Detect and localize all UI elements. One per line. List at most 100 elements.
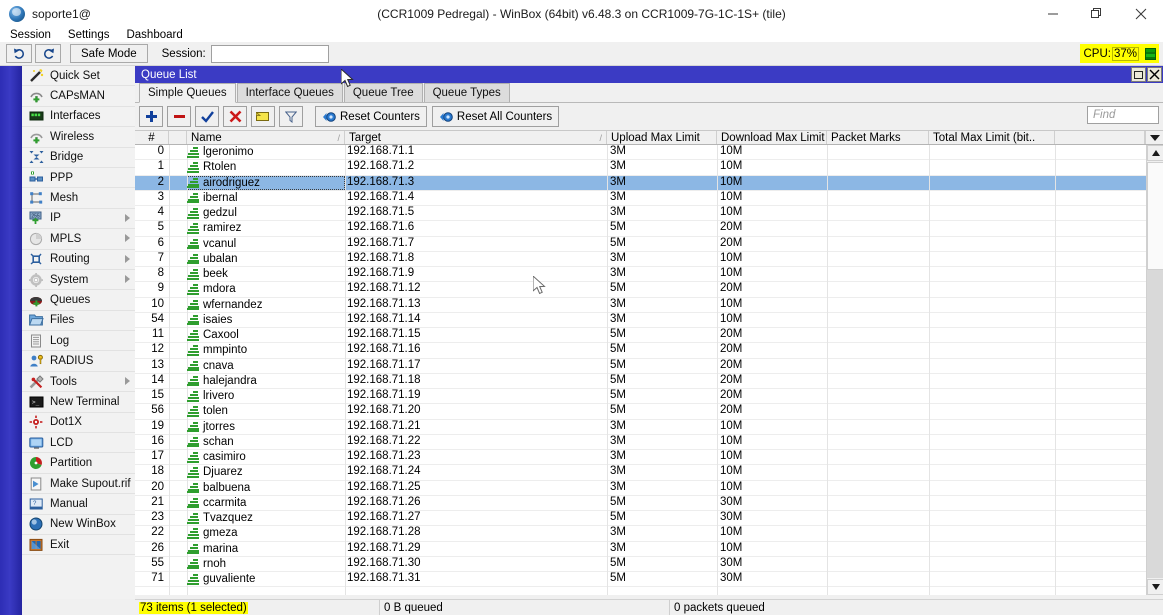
chevron-right-icon [125, 255, 130, 263]
column-header-index[interactable]: # [135, 131, 169, 144]
close-icon[interactable] [1119, 0, 1163, 27]
table-vertical-scrollbar[interactable] [1146, 145, 1163, 595]
restore-icon[interactable] [1075, 0, 1119, 27]
table-row[interactable]: 56tolen192.168.71.205M20M [135, 404, 1163, 419]
scroll-down-icon[interactable] [1147, 579, 1163, 595]
sidebar-item-new-winbox[interactable]: New WinBox [22, 515, 135, 535]
column-chooser-icon[interactable] [1145, 131, 1163, 144]
table-row[interactable]: 7ubalan192.168.71.83M10M [135, 252, 1163, 267]
table-row[interactable]: 3ibernal192.168.71.43M10M [135, 191, 1163, 206]
table-row[interactable]: 13cnava192.168.71.175M20M [135, 359, 1163, 374]
table-row[interactable]: 14halejandra192.168.71.185M20M [135, 374, 1163, 389]
column-header-target[interactable]: Target / [345, 131, 607, 144]
table-row[interactable]: 16schan192.168.71.223M10M [135, 435, 1163, 450]
table-row[interactable]: 9mdora192.168.71.125M20M [135, 282, 1163, 297]
table-row[interactable]: 20balbuena192.168.71.253M10M [135, 481, 1163, 496]
menu-dashboard[interactable]: Dashboard [126, 29, 182, 41]
column-header-total-max-limit[interactable]: Total Max Limit (bit.. [929, 131, 1055, 144]
sidebar-item-routing[interactable]: Routing [22, 250, 135, 270]
table-row[interactable]: 19jtorres192.168.71.213M10M [135, 420, 1163, 435]
session-input[interactable] [211, 45, 329, 63]
safe-mode-button[interactable]: Safe Mode [70, 44, 148, 63]
sidebar-item-interfaces[interactable]: Interfaces [22, 107, 135, 127]
scrollbar-thumb[interactable] [1147, 162, 1163, 270]
cell-upload-max-limit: 3M [607, 313, 717, 327]
reset-all-counters-button[interactable]: Reset All Counters [432, 106, 559, 127]
cell-target: 192.168.71.5 [345, 206, 607, 220]
column-header-name[interactable]: Name / [187, 131, 345, 144]
table-row[interactable]: 6vcanul192.168.71.75M20M [135, 237, 1163, 252]
comment-icon[interactable] [251, 106, 275, 127]
table-row[interactable]: 71guvaliente192.168.71.315M30M [135, 572, 1163, 587]
sidebar-item-bridge[interactable]: Bridge [22, 148, 135, 168]
reset-counters-button[interactable]: Reset Counters [315, 106, 427, 127]
sidebar-item-log[interactable]: Log [22, 331, 135, 351]
sidebar-item-label: Mesh [50, 192, 78, 204]
table-row[interactable]: 8beek192.168.71.93M10M [135, 267, 1163, 282]
redo-icon[interactable] [35, 44, 61, 63]
table-row[interactable]: 11Caxool192.168.71.155M20M [135, 328, 1163, 343]
undo-icon[interactable] [6, 44, 32, 63]
find-input[interactable]: Find [1087, 106, 1159, 124]
enable-queue-button[interactable] [195, 106, 219, 127]
table-row[interactable]: 26marina192.168.71.293M10M [135, 542, 1163, 557]
sidebar-item-radius[interactable]: RADIUS [22, 351, 135, 371]
table-row[interactable]: 10wfernandez192.168.71.133M10M [135, 298, 1163, 313]
table-row[interactable]: 15lrivero192.168.71.195M20M [135, 389, 1163, 404]
reset-counters-label: Reset Counters [340, 111, 420, 123]
cell-target-value: 192.168.71.8 [347, 252, 414, 264]
filter-funnel-icon[interactable] [279, 106, 303, 127]
sidebar-item-tools[interactable]: Tools [22, 372, 135, 392]
sidebar-item-manual[interactable]: ?Manual [22, 494, 135, 514]
table-row[interactable]: 4gedzul192.168.71.53M10M [135, 206, 1163, 221]
sidebar-item-queues[interactable]: Queues [22, 290, 135, 310]
menu-settings[interactable]: Settings [68, 29, 110, 41]
queue-maximize-icon[interactable] [1131, 67, 1146, 82]
sidebar-item-make-supout-rif[interactable]: Make Supout.rif [22, 474, 135, 494]
sidebar-item-label: MPLS [50, 233, 81, 245]
column-header-flags[interactable] [169, 131, 187, 144]
scrollbar-track[interactable] [1147, 270, 1163, 578]
sidebar-item-dot1x[interactable]: Dot1X [22, 413, 135, 433]
column-header-packet-marks[interactable]: Packet Marks [827, 131, 929, 144]
table-row[interactable]: 1Rtolen192.168.71.23M10M [135, 160, 1163, 175]
sidebar-item-system[interactable]: System [22, 270, 135, 290]
tab-simple-queues[interactable]: Simple Queues [139, 83, 236, 103]
sidebar-item-ppp[interactable]: PPP [22, 168, 135, 188]
table-row[interactable]: 22gmeza192.168.71.283M10M [135, 526, 1163, 541]
sidebar-item-mpls[interactable]: MPLS [22, 229, 135, 249]
table-row[interactable]: 12mmpinto192.168.71.165M20M [135, 343, 1163, 358]
menu-session[interactable]: Session [10, 29, 51, 41]
sidebar-item-quick-set[interactable]: Quick Set [22, 66, 135, 86]
sidebar-item-partition[interactable]: Partition [22, 453, 135, 473]
tab-queue-types[interactable]: Queue Types [424, 83, 510, 102]
sidebar-item-mesh[interactable]: Mesh [22, 188, 135, 208]
table-row[interactable]: 54isaies192.168.71.143M10M [135, 313, 1163, 328]
queue-close-icon[interactable] [1147, 67, 1162, 82]
table-row[interactable]: 21ccarmita192.168.71.265M30M [135, 496, 1163, 511]
disable-queue-button[interactable] [223, 106, 247, 127]
tab-interface-queues[interactable]: Interface Queues [237, 83, 343, 102]
minimize-icon[interactable] [1031, 0, 1075, 27]
sidebar-item-wireless[interactable]: Wireless [22, 127, 135, 147]
table-row[interactable]: 0lgeronimo192.168.71.13M10M [135, 145, 1163, 160]
column-header-upload-max-limit[interactable]: Upload Max Limit [607, 131, 717, 144]
tab-queue-tree[interactable]: Queue Tree [344, 83, 423, 102]
table-row[interactable]: 23Tvazquez192.168.71.275M30M [135, 511, 1163, 526]
table-row[interactable]: 18Djuarez192.168.71.243M10M [135, 465, 1163, 480]
sidebar-item-capsman[interactable]: CAPsMAN [22, 86, 135, 106]
table-row[interactable]: 55rnoh192.168.71.305M30M [135, 557, 1163, 572]
add-queue-button[interactable] [139, 106, 163, 127]
scroll-up-icon[interactable] [1147, 145, 1163, 161]
table-row[interactable]: 5ramirez192.168.71.65M20M [135, 221, 1163, 236]
sidebar-item-ip[interactable]: 255IP [22, 209, 135, 229]
remove-queue-button[interactable] [167, 106, 191, 127]
table-row[interactable]: 17casimiro192.168.71.233M10M [135, 450, 1163, 465]
sidebar-item-lcd[interactable]: LCD [22, 433, 135, 453]
sidebar-item-new-terminal[interactable]: >_New Terminal [22, 392, 135, 412]
column-header-download-max-limit[interactable]: Download Max Limit [717, 131, 827, 144]
sidebar-item-exit[interactable]: Exit [22, 535, 135, 555]
table-row[interactable]: 2airodriguez192.168.71.33M10M [135, 176, 1163, 191]
sidebar-item-files[interactable]: Files [22, 311, 135, 331]
cell-name-value: ibernal [203, 192, 238, 204]
